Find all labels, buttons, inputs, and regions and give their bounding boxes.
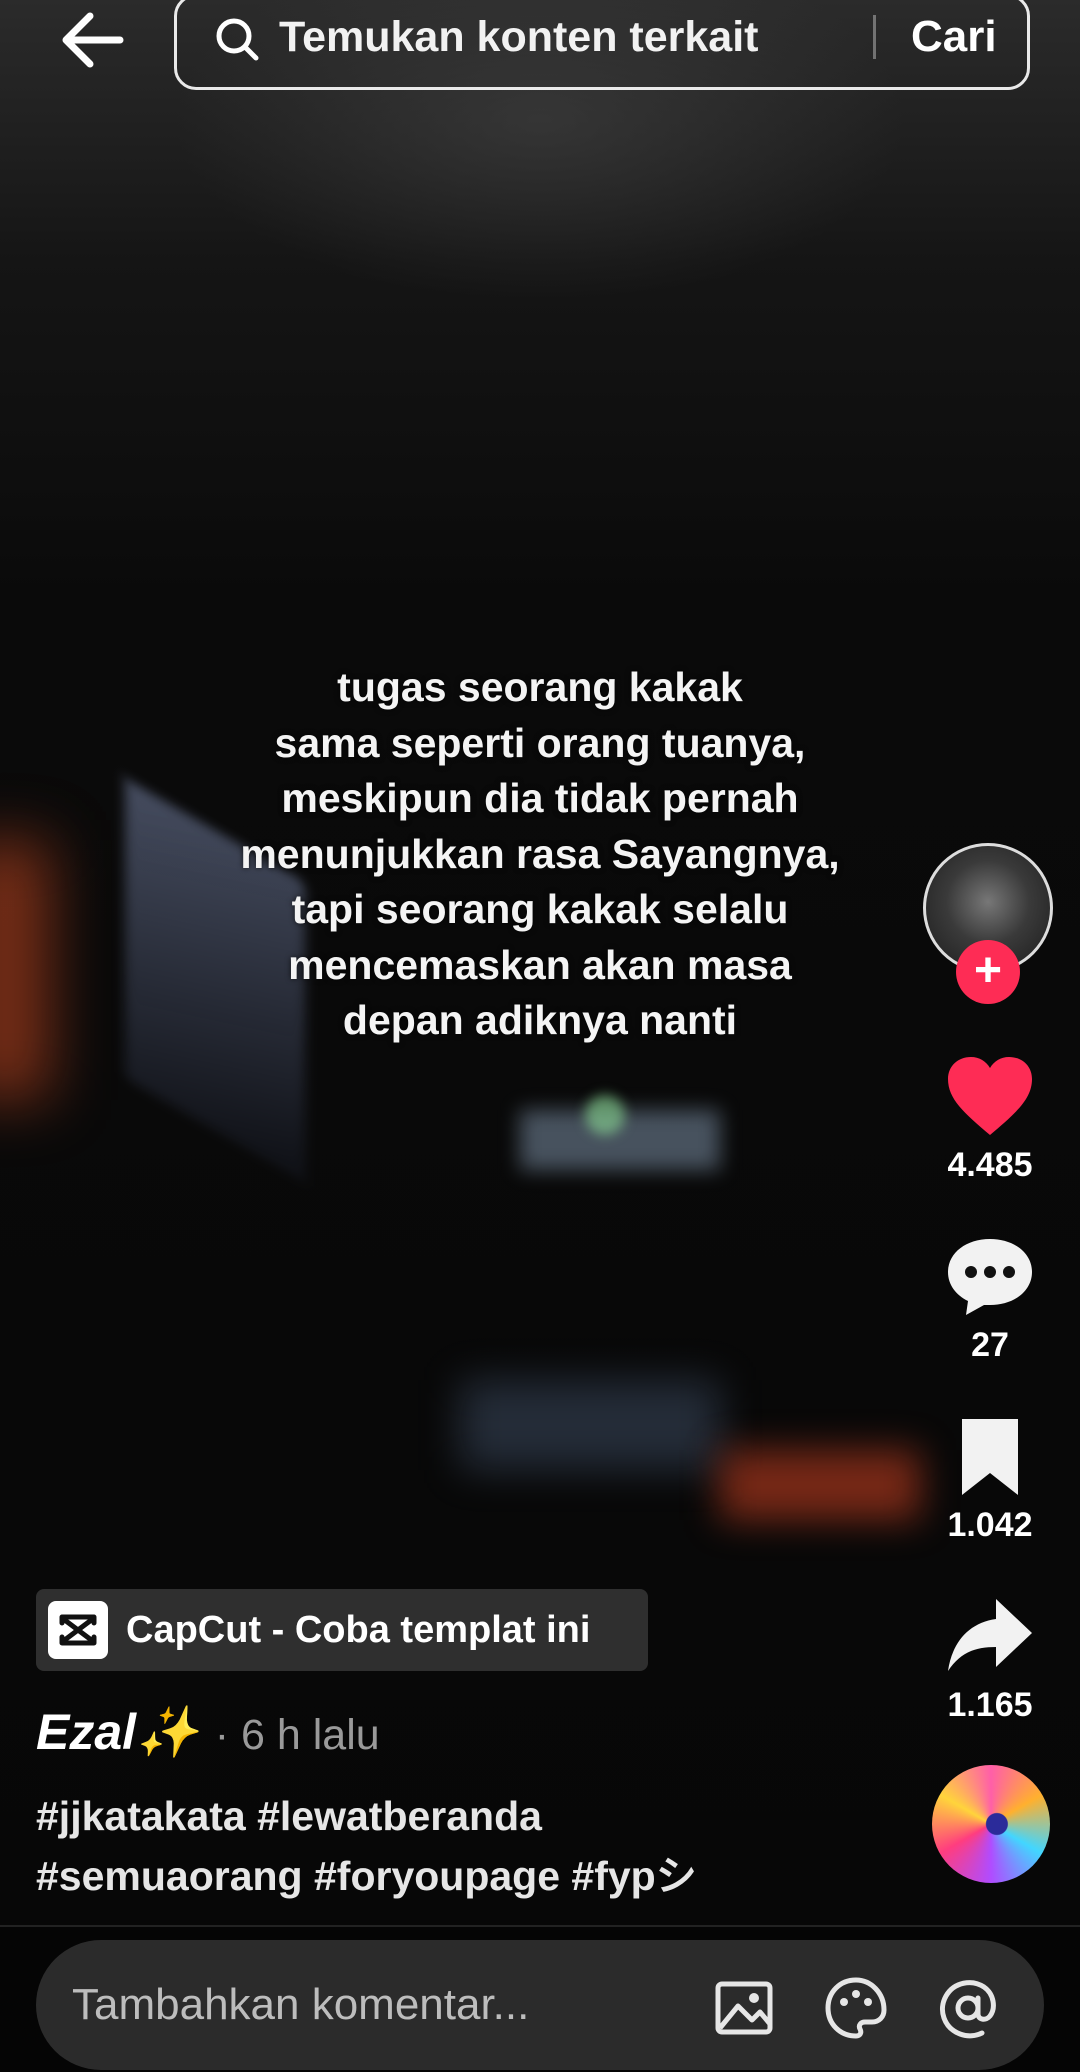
comment-button[interactable]: 27: [920, 1235, 1060, 1365]
music-disc[interactable]: [932, 1765, 1050, 1883]
capcut-template-label: CapCut - Coba templat ini: [126, 1609, 591, 1651]
caption-line: sama seperti orang tuanya,: [274, 719, 806, 766]
video-light-logo: [585, 1095, 625, 1135]
hashtags-line[interactable]: #semuaorang #foryoupage #fypシ: [36, 1846, 856, 1906]
capcut-logo-icon: [48, 1601, 108, 1659]
video-caption: tugas seorang kakak sama seperti orang t…: [180, 660, 900, 1049]
emoji-icon[interactable]: [824, 1976, 888, 2040]
caption-line: mencemaskan akan masa: [288, 941, 792, 988]
share-arrow-icon: [948, 1599, 1032, 1671]
comment-count: 27: [971, 1326, 1009, 1364]
back-button[interactable]: [54, 8, 130, 72]
follow-button[interactable]: +: [956, 940, 1020, 1004]
capcut-template-button[interactable]: CapCut - Coba templat ini: [36, 1589, 648, 1671]
caption-line: tugas seorang kakak: [337, 664, 743, 710]
search-icon: [216, 18, 259, 61]
bookmark-icon: [962, 1419, 1018, 1495]
post-time: · 6 h lalu: [214, 1711, 380, 1759]
like-button[interactable]: 4.485: [920, 1055, 1060, 1185]
caption-line: tapi seorang kakak selalu: [291, 886, 789, 932]
video-light-red: [720, 1450, 920, 1520]
heart-icon: [948, 1057, 1032, 1135]
save-count: 1.042: [947, 1506, 1033, 1544]
search-divider: [873, 15, 876, 59]
caption-line: meskipun dia tidak pernah: [281, 775, 799, 821]
video-light-road: [460, 1380, 720, 1470]
video-description: #jjkatakata #lewatberanda #semuaorang #f…: [36, 1786, 856, 1906]
search-bar[interactable]: Temukan konten terkait Cari: [174, 0, 1030, 90]
caption-line: depan adiknya nanti: [342, 997, 738, 1043]
video-light-orange: [0, 840, 50, 1100]
save-button[interactable]: 1.042: [920, 1415, 1060, 1545]
author-line: Ezal✨ · 6 h lalu: [36, 1700, 380, 1764]
search-input[interactable]: Temukan konten terkait: [279, 9, 759, 65]
arrow-left-icon: [62, 12, 124, 68]
at-mention-icon[interactable]: [936, 1976, 1000, 2040]
image-icon[interactable]: [712, 1976, 776, 2040]
top-bar: Temukan konten terkait Cari: [0, 0, 1080, 100]
caption-line: menunjukkan rasa Sayangnya,: [240, 830, 840, 877]
share-count: 1.165: [947, 1686, 1033, 1724]
comment-bubble-icon: [948, 1239, 1032, 1315]
hashtags-line[interactable]: #jjkatakata #lewatberanda: [36, 1786, 856, 1846]
divider: [0, 1925, 1080, 1927]
author-name[interactable]: Ezal✨: [36, 1704, 198, 1760]
like-count: 4.485: [947, 1146, 1033, 1184]
share-button[interactable]: 1.165: [920, 1595, 1060, 1725]
search-button[interactable]: Cari: [911, 9, 997, 65]
comment-input[interactable]: Tambahkan komentar...: [72, 1978, 529, 2032]
comment-bar: Tambahkan komentar...: [36, 1940, 1044, 2070]
